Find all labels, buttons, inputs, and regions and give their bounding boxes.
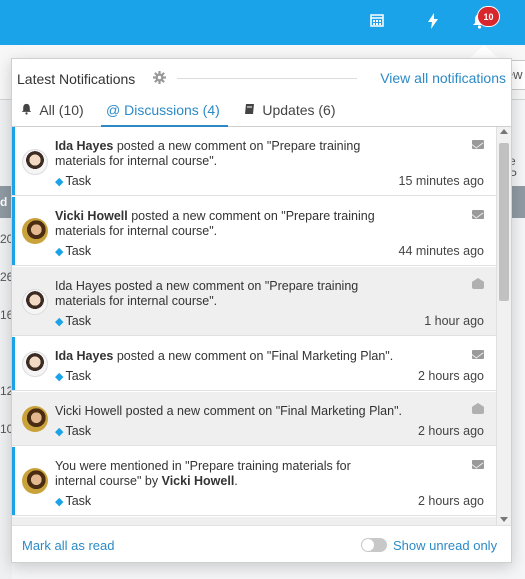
notification-item[interactable] — [12, 517, 496, 525]
task-tag[interactable]: ◆ Task — [55, 424, 91, 438]
tag-icon: ◆ — [55, 496, 64, 508]
panel-footer: Mark all as read Show unread only — [12, 525, 511, 562]
tab-discussions-label: @ Discussions (4) — [106, 102, 220, 118]
notification-count-badge: 10 — [477, 6, 500, 27]
scrollbar-thumb[interactable] — [499, 143, 509, 301]
notification-actor: Vicki Howell — [55, 209, 128, 223]
mark-read-envelope-icon[interactable] — [472, 460, 484, 469]
mark-read-envelope-icon[interactable] — [472, 350, 484, 359]
task-tag[interactable]: ◆ Task — [55, 244, 91, 258]
task-tag-label: Task — [65, 369, 92, 383]
notification-message-end: . — [234, 474, 238, 488]
task-tag-label: Task — [65, 314, 92, 328]
bell-icon — [21, 103, 35, 118]
notification-actor: Ida Hayes — [55, 349, 114, 363]
notification-text: Ida Hayes posted a new comment on "Final… — [55, 349, 415, 364]
book-icon — [244, 104, 258, 118]
avatar — [22, 149, 48, 175]
notification-item[interactable]: Vicki Howell posted a new comment on "Pr… — [12, 197, 496, 266]
gear-icon[interactable] — [153, 71, 166, 86]
open-envelope-icon[interactable] — [472, 278, 484, 289]
notification-time: 44 minutes ago — [398, 244, 484, 258]
task-tag-label: Task — [65, 174, 92, 188]
avatar — [22, 351, 48, 377]
avatar — [22, 468, 48, 494]
notification-message: posted a new comment on "Final Marketing… — [113, 349, 394, 363]
avatar — [22, 289, 48, 315]
tag-icon: ◆ — [55, 246, 64, 258]
notification-time: 2 hours ago — [417, 369, 484, 383]
notification-time: 15 minutes ago — [398, 174, 484, 188]
avatar — [22, 406, 48, 432]
notification-tabs: All (10) @ Discussions (4) Updates (6) — [12, 97, 511, 127]
notification-time: 2 hours ago — [417, 494, 484, 508]
notification-item[interactable]: Vicki Howell posted a new comment on "Fi… — [12, 392, 496, 446]
notification-text: You were mentioned in "Prepare training … — [55, 459, 385, 489]
notification-time: 2 hours ago — [417, 424, 484, 438]
notification-item[interactable]: You were mentioned in "Prepare training … — [12, 447, 496, 516]
show-unread-toggle[interactable] — [361, 538, 387, 552]
tab-updates[interactable]: Updates (6) — [244, 102, 336, 127]
notifications-panel: Latest Notifications View all notificati… — [11, 58, 512, 563]
lightning-icon[interactable] — [427, 13, 439, 32]
notification-text: Vicki Howell posted a new comment on "Fi… — [55, 404, 402, 418]
notification-actor: Ida Hayes — [55, 139, 114, 153]
notification-time: 1 hour ago — [424, 314, 484, 328]
notification-item[interactable]: Ida Hayes posted a new comment on "Prepa… — [12, 267, 496, 336]
task-tag[interactable]: ◆ Task — [55, 314, 91, 328]
task-tag-label: Task — [65, 424, 92, 438]
tag-icon: ◆ — [55, 426, 64, 438]
dropdown-caret — [470, 45, 498, 58]
tab-all[interactable]: All (10) — [21, 102, 84, 127]
panel-header: Latest Notifications View all notificati… — [12, 59, 511, 97]
header-divider — [177, 78, 357, 79]
calendar-icon[interactable] — [370, 13, 384, 30]
tab-discussions[interactable]: @ Discussions (4) — [101, 102, 228, 127]
background-right-header — [510, 186, 525, 218]
top-bar: 10 — [0, 0, 525, 45]
tag-icon: ◆ — [55, 371, 64, 383]
notification-text: Vicki Howell posted a new comment on "Pr… — [55, 209, 385, 239]
show-unread-label[interactable]: Show unread only — [393, 538, 497, 553]
open-envelope-icon[interactable] — [472, 403, 484, 414]
notification-item[interactable]: Ida Hayes posted a new comment on "Prepa… — [12, 127, 496, 196]
notification-text: Ida Hayes posted a new comment on "Prepa… — [55, 139, 385, 169]
tab-updates-label: Updates (6) — [262, 102, 336, 118]
mark-read-envelope-icon[interactable] — [472, 140, 484, 149]
task-tag[interactable]: ◆ Task — [55, 369, 91, 383]
task-tag[interactable]: ◆ Task — [55, 494, 91, 508]
mark-read-envelope-icon[interactable] — [472, 210, 484, 219]
scroll-down-arrow-icon[interactable] — [500, 517, 508, 522]
list-scrollbar[interactable] — [496, 127, 511, 525]
panel-title: Latest Notifications — [17, 71, 136, 87]
task-tag[interactable]: ◆ Task — [55, 174, 91, 188]
view-all-notifications-link[interactable]: View all notifications — [380, 70, 506, 86]
task-tag-label: Task — [65, 244, 92, 258]
tag-icon: ◆ — [55, 176, 64, 188]
tab-all-label: All (10) — [39, 102, 84, 118]
mark-all-as-read-link[interactable]: Mark all as read — [22, 538, 114, 553]
tag-icon: ◆ — [55, 316, 64, 328]
notification-text: Ida Hayes posted a new comment on "Prepa… — [55, 279, 359, 308]
notification-list: Ida Hayes posted a new comment on "Prepa… — [12, 127, 511, 525]
notification-actor: Vicki Howell — [161, 474, 235, 488]
notification-item[interactable]: Ida Hayes posted a new comment on "Final… — [12, 337, 496, 391]
task-tag-label: Task — [65, 494, 92, 508]
scroll-up-arrow-icon[interactable] — [500, 129, 508, 134]
avatar — [22, 218, 48, 244]
